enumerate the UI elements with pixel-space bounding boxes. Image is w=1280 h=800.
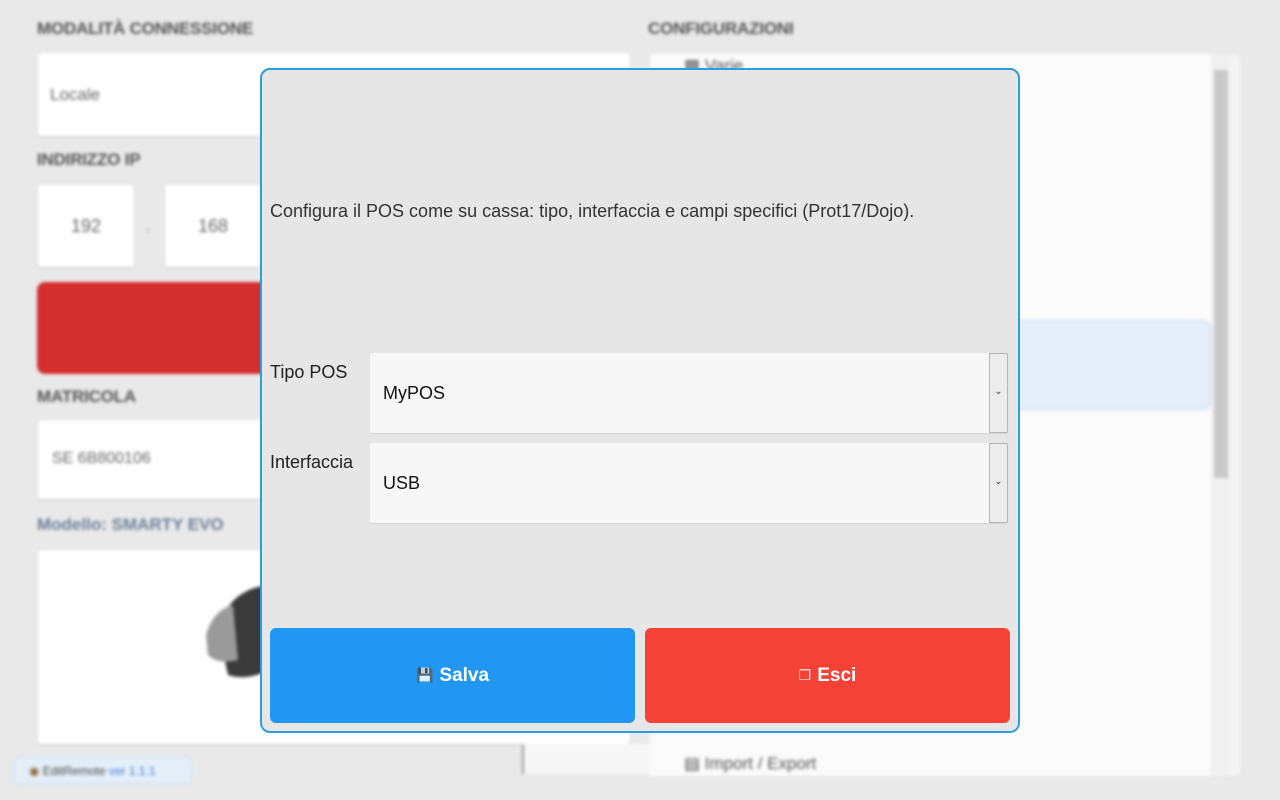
exit-icon: ❐ <box>798 667 812 683</box>
import-export-icon: ▤ <box>684 754 701 773</box>
serial-field[interactable]: SE 6B800106 <box>38 420 278 499</box>
model-label: Modello: SMARTY EVO <box>37 515 224 534</box>
save-button[interactable]: 💾 Salva <box>270 628 635 723</box>
tipo-pos-value: MyPOS <box>383 383 446 403</box>
interfaccia-label: Interfaccia <box>270 452 354 472</box>
scrollbar-thumb[interactable] <box>1214 70 1228 478</box>
exit-button-label: Esci <box>817 664 857 686</box>
app-version: ver 1.1.1 <box>108 764 156 778</box>
serial-title: MATRICOLA <box>37 387 136 406</box>
tipo-pos-label: Tipo POS <box>270 362 348 382</box>
ip-separator: . <box>146 218 151 235</box>
tipo-pos-dropdown-arrow-icon[interactable]: ⌄ <box>989 353 1008 433</box>
app-name: EditRemote <box>42 764 106 778</box>
app-logo-icon: ◉ <box>29 764 40 778</box>
tipo-pos-select[interactable]: MyPOS ⌄ <box>370 353 1008 433</box>
config-item-import-export[interactable]: ▤ Import / Export <box>684 754 816 774</box>
save-button-label: Salva <box>439 664 490 686</box>
configurations-title: CONFIGURAZIONI <box>648 19 794 38</box>
ip-octet-2[interactable]: 168 <box>165 185 261 267</box>
interfaccia-select[interactable]: USB ⌄ <box>370 443 1008 523</box>
exit-button[interactable]: ❐ Esci <box>645 628 1010 723</box>
ip-address-title: INDIRIZZO IP <box>37 150 141 169</box>
ip-octet-1[interactable]: 192 <box>38 185 134 267</box>
interfaccia-value: USB <box>383 473 421 493</box>
connect-button[interactable] <box>37 282 277 374</box>
pos-config-dialog: Configura il POS come su cassa: tipo, in… <box>260 68 1020 733</box>
serial-value: SE 6B800106 <box>52 450 151 467</box>
interfaccia-dropdown-arrow-icon[interactable]: ⌄ <box>989 443 1008 523</box>
save-icon: 💾 <box>415 667 434 683</box>
connection-mode-value: Locale <box>50 85 101 104</box>
connection-mode-title: MODALITÀ CONNESSIONE <box>37 19 254 38</box>
config-item-selected[interactable] <box>995 320 1211 410</box>
app-version-badge: ◉ EditRemote ver 1.1.1 <box>14 756 192 784</box>
dialog-description: Configura il POS come su cassa: tipo, in… <box>270 201 915 221</box>
configurations-scrollbar[interactable] <box>1212 54 1230 776</box>
